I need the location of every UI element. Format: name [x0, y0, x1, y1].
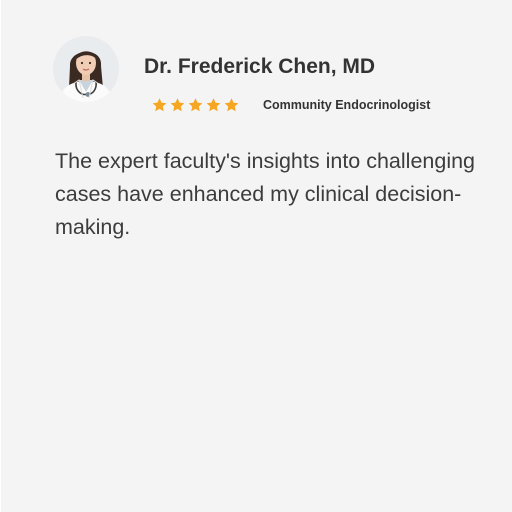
star-rating — [151, 97, 240, 113]
doctor-portrait-icon — [53, 36, 119, 102]
star-icon — [224, 98, 239, 112]
star-icon — [188, 98, 203, 112]
testimonial-quote: The expert faculty's insights into chall… — [55, 149, 476, 239]
star-icon — [206, 98, 221, 112]
reviewer-name: Dr. Frederick Chen, MD — [144, 55, 376, 78]
reviewer-role: Community Endocrinologist — [263, 98, 431, 112]
testimonial-card: Dr. Frederick Chen, MD Community Endocri… — [1, 0, 512, 512]
star-icon — [152, 98, 167, 112]
star-icon — [170, 98, 185, 112]
avatar — [53, 36, 119, 102]
